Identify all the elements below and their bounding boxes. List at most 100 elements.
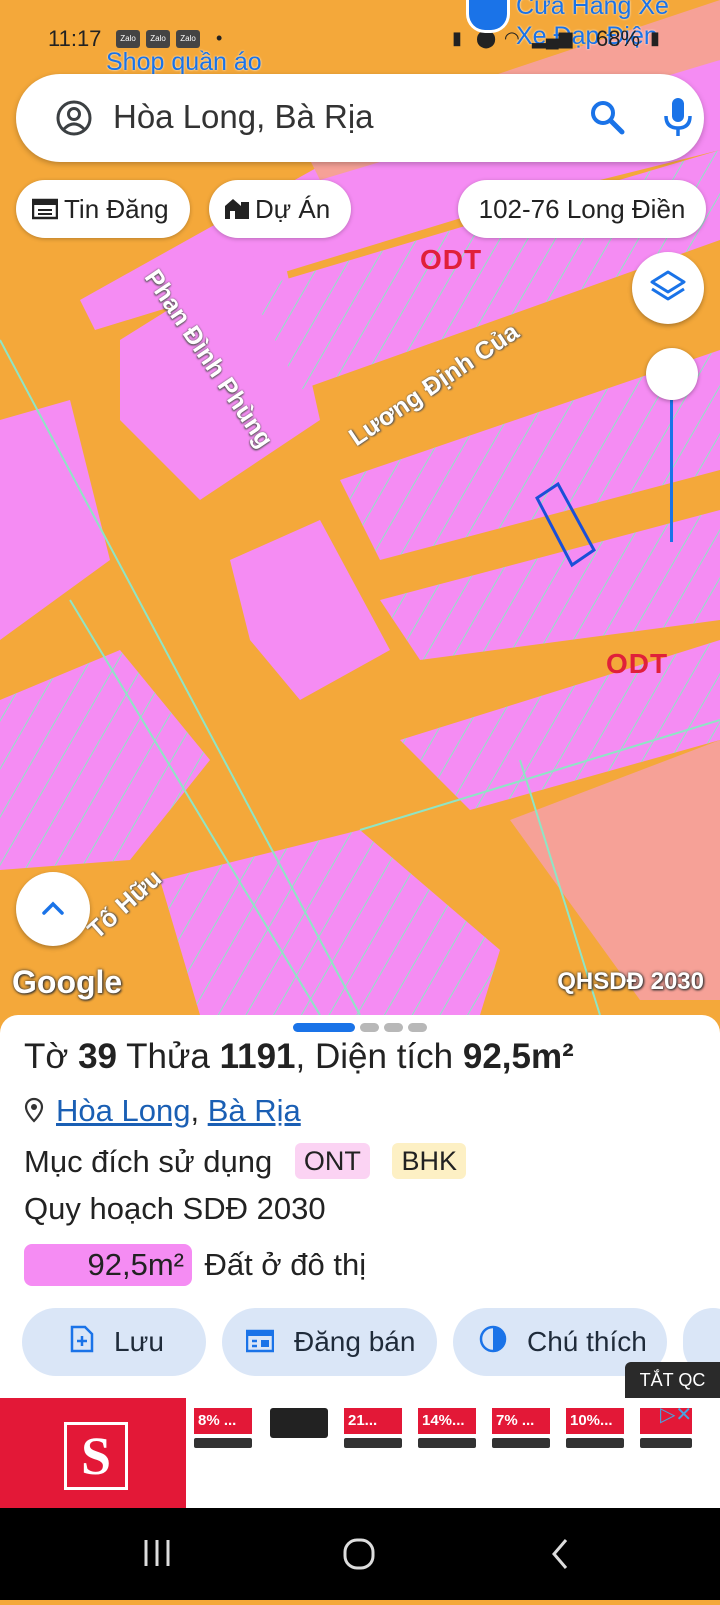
layers-button[interactable]	[632, 252, 704, 324]
ad-product[interactable]: 7% ...	[492, 1408, 550, 1448]
system-nav-bar	[0, 1508, 720, 1600]
zalo-icon: Zalo	[116, 30, 140, 48]
ad-discount: 7% ...	[492, 1408, 550, 1434]
parcel-info-sheet[interactable]: Tờ 39 Thửa 1191, Diện tích 92,5m² Hòa Lo…	[0, 1015, 720, 1400]
page-indicator-active	[293, 1023, 355, 1032]
parcel-number: 1191	[219, 1037, 296, 1076]
legend-icon	[479, 1310, 507, 1378]
buildings-icon	[223, 182, 251, 240]
post-label: Đăng bán	[294, 1326, 416, 1357]
google-logo: Google	[12, 964, 123, 1000]
ad-product[interactable]: 21...	[344, 1408, 402, 1448]
page-indicator	[384, 1023, 403, 1032]
laptop-icon	[194, 1438, 252, 1448]
area-word: Diện tích	[315, 1037, 454, 1076]
laptop-icon	[492, 1438, 550, 1448]
comma: ,	[190, 1093, 208, 1128]
save-label: Lưu	[114, 1326, 164, 1357]
brand-s-icon: S	[64, 1422, 128, 1490]
layers-icon	[650, 270, 686, 301]
ward-link[interactable]: Hòa Long	[56, 1093, 190, 1128]
expand-button[interactable]	[16, 872, 90, 946]
wifi-icon: ◠	[504, 28, 520, 48]
map-lot	[0, 400, 110, 640]
ad-product[interactable]: 8% ...	[194, 1408, 252, 1448]
chip-projects[interactable]: Dự Án	[209, 180, 351, 238]
plan-area-row: 92,5m² Đất ở đô thị	[24, 1244, 366, 1286]
save-icon	[70, 1310, 94, 1378]
parcel-title: Tờ 39 Thửa 1191, Diện tích 92,5m²	[24, 1037, 574, 1077]
sheet-number: 39	[78, 1037, 118, 1076]
ad-product[interactable]: 14%...	[418, 1408, 476, 1448]
search-bar[interactable]: Hòa Long, Bà Rịa	[16, 74, 704, 162]
map-lot	[0, 650, 210, 870]
legend-label: Chú thích	[527, 1326, 647, 1357]
parcel-area: 92,5m²	[462, 1037, 574, 1076]
ad-banner[interactable]: S 8% ... 21... 14%... 7% ... 10%... ▷✕	[0, 1398, 720, 1508]
dot-icon: •	[216, 28, 223, 48]
ad-product[interactable]: 10%...	[566, 1408, 624, 1448]
map-lot	[230, 520, 390, 700]
location-pin-icon	[24, 1097, 44, 1123]
zoom-slider-handle[interactable]	[646, 348, 698, 400]
battery-icon: ▮	[650, 28, 660, 48]
chevron-up-icon	[42, 901, 64, 915]
search-input[interactable]: Hòa Long, Bà Rịa	[113, 98, 374, 136]
sheet-word: Tờ	[24, 1037, 69, 1076]
lock-icon	[466, 0, 510, 33]
map-lot	[160, 830, 500, 1015]
layer-name-label: QHSDĐ 2030	[557, 968, 704, 995]
search-icon[interactable]	[588, 98, 626, 136]
chip-listings[interactable]: Tin Đăng	[16, 180, 190, 238]
parcel-word: Thửa	[126, 1037, 210, 1076]
zone-label-odt: ODT	[420, 244, 483, 275]
status-time: 11:17	[48, 26, 102, 51]
status-bar: 11:17 Zalo Zalo Zalo • ▮ ⬤ ◠ ▂▄▆ 68% ▮	[0, 0, 720, 60]
purpose-tag-ont: ONT	[294, 1143, 370, 1179]
ad-product[interactable]	[270, 1408, 328, 1438]
chip-label: Tin Đăng	[64, 194, 169, 224]
chip-address[interactable]: 102-76 Long Điền	[458, 180, 706, 238]
purpose-tag-bhk: BHK	[392, 1143, 466, 1179]
land-use-purpose: Mục đích sử dụng ONT BHK	[24, 1143, 466, 1180]
laptop-icon	[640, 1438, 692, 1448]
microphone-icon[interactable]	[660, 96, 696, 138]
adchoices-icon[interactable]: ▷✕	[660, 1402, 692, 1427]
ad-brand-logo[interactable]: S	[0, 1398, 186, 1508]
post-icon	[245, 1310, 275, 1378]
laptop-icon	[566, 1438, 624, 1448]
plan-area-swatch: 92,5m²	[24, 1244, 192, 1286]
purpose-label: Mục đích sử dụng	[24, 1144, 273, 1179]
ad-discount: 14%...	[418, 1408, 476, 1434]
city-link[interactable]: Bà Rịa	[208, 1093, 301, 1128]
save-button[interactable]: Lưu	[22, 1308, 206, 1376]
parcel-location: Hòa Long, Bà Rịa	[24, 1093, 301, 1129]
recent-apps-icon	[144, 1540, 170, 1566]
zoom-slider-track[interactable]	[670, 400, 673, 542]
post-for-sale-button[interactable]: Đăng bán	[222, 1308, 437, 1376]
battery-percent: 68%	[596, 26, 641, 51]
plan-area-description: Đất ở đô thị	[204, 1247, 367, 1282]
chip-label: 102-76 Long Điền	[478, 194, 686, 224]
zalo-icon: Zalo	[176, 30, 200, 48]
laptop-icon	[418, 1438, 476, 1448]
zalo-icon: Zalo	[146, 30, 170, 48]
back-icon	[552, 1539, 568, 1569]
laptop-icon	[344, 1438, 402, 1448]
plan-label: Quy hoạch SDĐ 2030	[24, 1191, 326, 1226]
chip-label: Dự Án	[255, 194, 331, 224]
signal-icon: ▂▄▆	[532, 28, 573, 48]
home-icon	[343, 1538, 375, 1570]
listing-icon	[31, 182, 59, 240]
sim-icon: ▮	[452, 28, 462, 48]
close-ads-button[interactable]: TẮT QC	[625, 1362, 720, 1398]
zone-label-odt: ODT	[606, 648, 669, 679]
page-indicator	[408, 1023, 427, 1032]
page-indicator	[360, 1023, 379, 1032]
comma: ,	[295, 1037, 306, 1076]
account-icon[interactable]	[56, 100, 92, 136]
ad-discount: 21...	[344, 1408, 402, 1434]
ad-discount: 8% ...	[194, 1408, 252, 1434]
ad-discount: 10%...	[566, 1408, 624, 1434]
laptop-icon	[270, 1408, 328, 1438]
